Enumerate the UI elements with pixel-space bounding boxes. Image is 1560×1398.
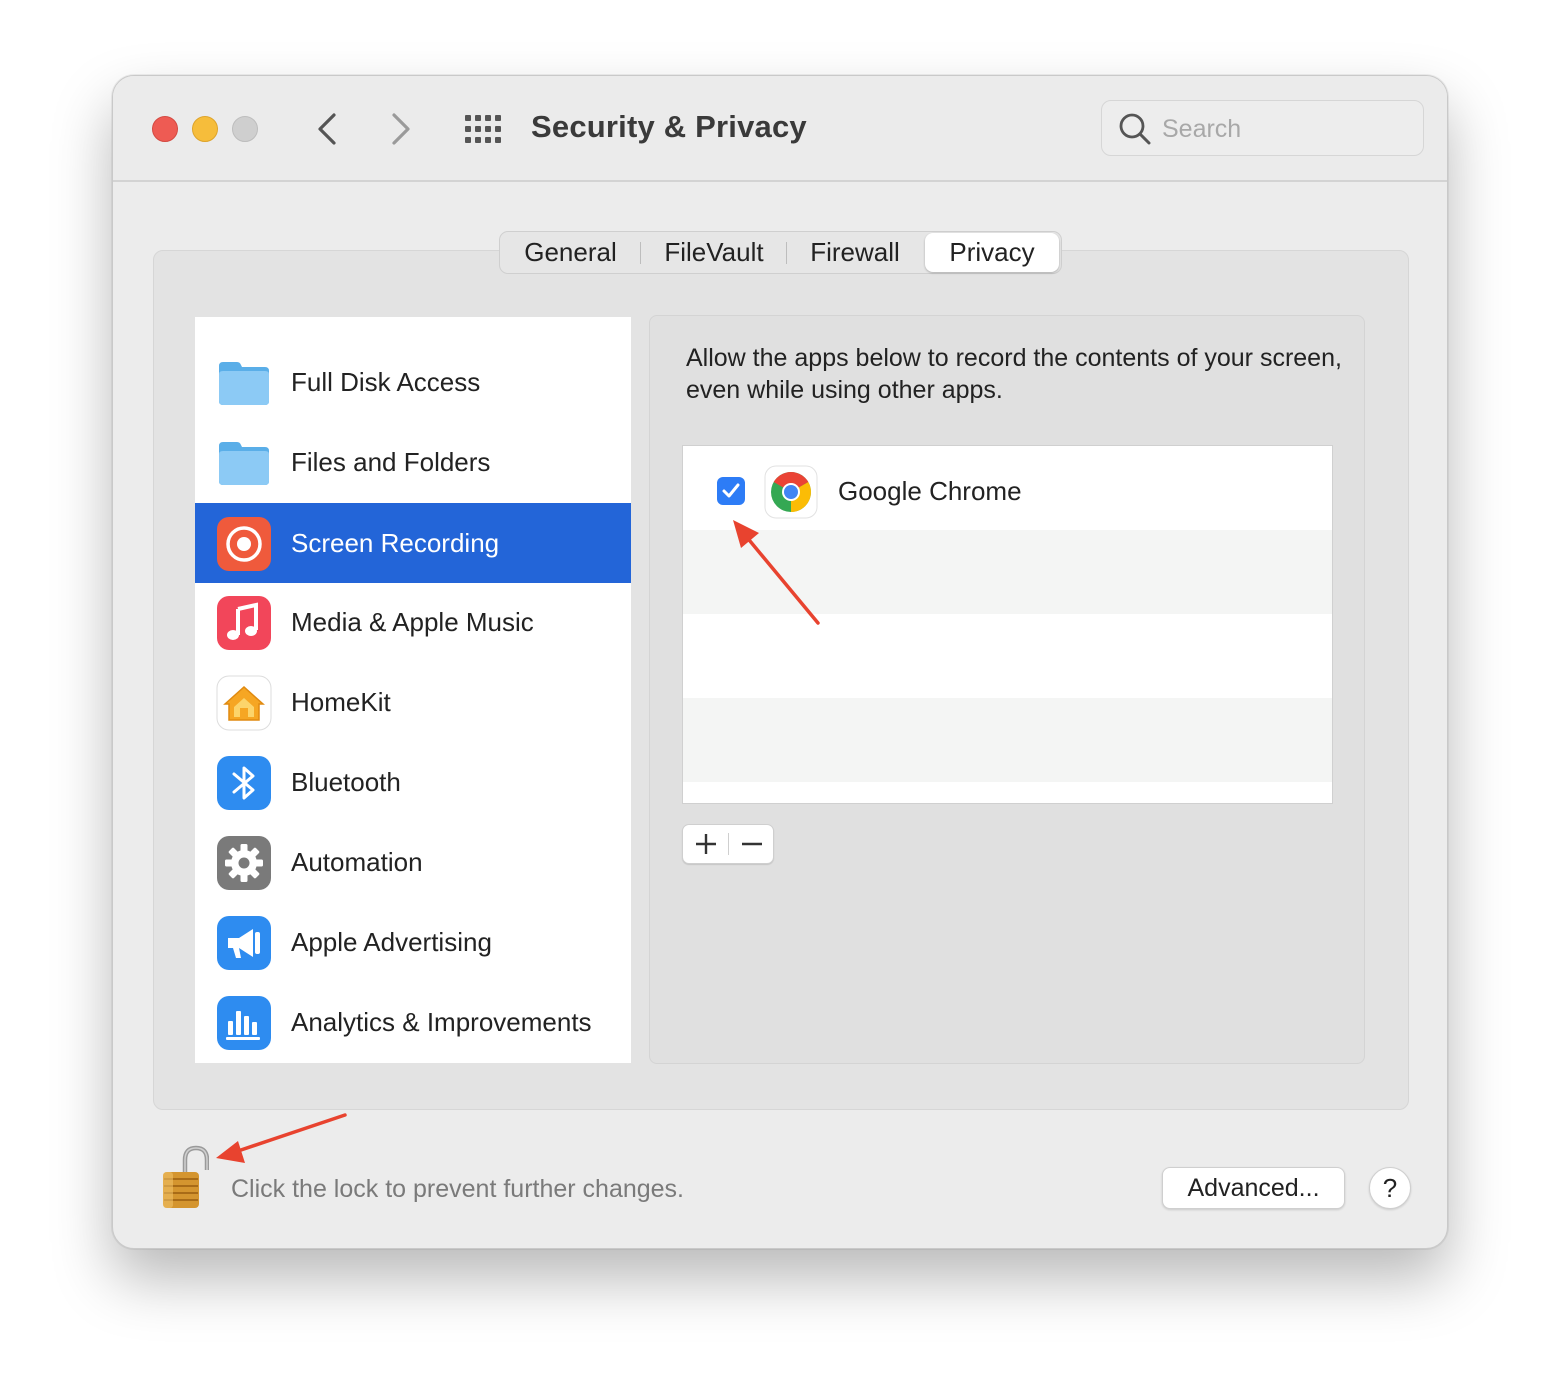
analytics-icon — [217, 996, 271, 1050]
sidebar-item-label: HomeKit — [291, 686, 391, 717]
sidebar-item-media-apple-music[interactable]: Media & Apple Music — [195, 582, 631, 662]
bluetooth-icon — [217, 756, 271, 810]
help-button[interactable]: ? — [1369, 1167, 1411, 1209]
show-all-button[interactable] — [463, 113, 503, 145]
folder-icon — [219, 442, 269, 485]
sidebar-item-label: Bluetooth — [291, 766, 401, 797]
sidebar-item-label: Apple Advertising — [291, 926, 492, 957]
list-item[interactable]: Google Chrome — [683, 446, 1332, 530]
privacy-category-list: Full Disk Access Files and Folders Scree… — [195, 317, 631, 1063]
close-button[interactable] — [152, 116, 178, 142]
zoom-button[interactable] — [232, 116, 258, 142]
grid-icon — [465, 115, 501, 143]
sidebar-item-label: Analytics & Improvements — [291, 1006, 592, 1037]
sidebar-item-automation[interactable]: Automation — [195, 822, 631, 902]
checkmark-icon — [722, 483, 740, 498]
tab-privacy[interactable]: Privacy — [925, 233, 1059, 272]
forward-button[interactable] — [381, 109, 421, 149]
sidebar-item-screen-recording[interactable]: Screen Recording — [195, 503, 631, 583]
empty-row — [683, 614, 1332, 698]
add-remove-control — [682, 824, 774, 864]
sidebar-item-files-and-folders[interactable]: Files and Folders — [195, 422, 631, 502]
chevron-left-icon — [318, 113, 336, 145]
homekit-icon — [216, 675, 272, 731]
search-field[interactable] — [1101, 100, 1424, 156]
empty-row — [683, 530, 1332, 614]
sidebar-item-bluetooth[interactable]: Bluetooth — [195, 742, 631, 822]
window-title: Security & Privacy — [531, 109, 807, 144]
remove-app-button[interactable] — [729, 825, 774, 863]
app-list: Google Chrome — [682, 445, 1333, 804]
title-bar: Security & Privacy — [113, 76, 1447, 182]
sidebar-item-label: Files and Folders — [291, 446, 491, 477]
screen-recording-icon — [217, 517, 271, 571]
tab-bar: General FileVault Firewall Privacy — [499, 231, 1062, 274]
lock-status-text: Click the lock to prevent further change… — [231, 1175, 685, 1203]
search-input[interactable] — [1162, 110, 1412, 148]
folder-icon — [219, 362, 269, 405]
app-name: Google Chrome — [838, 476, 1022, 506]
app-checkbox[interactable] — [717, 477, 745, 505]
music-icon — [217, 596, 271, 650]
minimize-button[interactable] — [192, 116, 218, 142]
tab-firewall[interactable]: Firewall — [787, 233, 923, 272]
sidebar-item-full-disk-access[interactable]: Full Disk Access — [195, 342, 631, 422]
back-button[interactable] — [307, 109, 347, 149]
tab-filevault[interactable]: FileVault — [641, 233, 787, 272]
sidebar-item-label: Full Disk Access — [291, 366, 481, 397]
advanced-button[interactable]: Advanced... — [1162, 1167, 1345, 1209]
panel-description: Allow the apps below to record the conte… — [686, 344, 1342, 404]
search-icon — [1119, 113, 1151, 145]
unlocked-padlock-icon — [163, 1145, 210, 1208]
gear-icon — [217, 836, 271, 890]
add-app-button[interactable] — [683, 825, 728, 863]
sidebar-item-label: Media & Apple Music — [291, 606, 534, 637]
sidebar-item-label: Automation — [291, 846, 423, 877]
tab-general[interactable]: General — [500, 233, 641, 272]
plus-icon — [695, 834, 716, 854]
sidebar-item-label: Screen Recording — [291, 527, 500, 558]
empty-row — [683, 698, 1332, 782]
preferences-window: Security & Privacy General FileVault Fir… — [112, 75, 1448, 1249]
sidebar-item-analytics-improvements[interactable]: Analytics & Improvements — [195, 982, 631, 1062]
sidebar-item-apple-advertising[interactable]: Apple Advertising — [195, 902, 631, 982]
lock-button[interactable] — [161, 1144, 210, 1210]
chrome-icon — [764, 465, 818, 519]
chevron-right-icon — [392, 113, 410, 145]
screen-recording-panel: Allow the apps below to record the conte… — [649, 315, 1365, 1064]
sidebar-item-homekit[interactable]: HomeKit — [195, 662, 631, 742]
minus-icon — [741, 842, 762, 846]
megaphone-icon — [217, 916, 271, 970]
